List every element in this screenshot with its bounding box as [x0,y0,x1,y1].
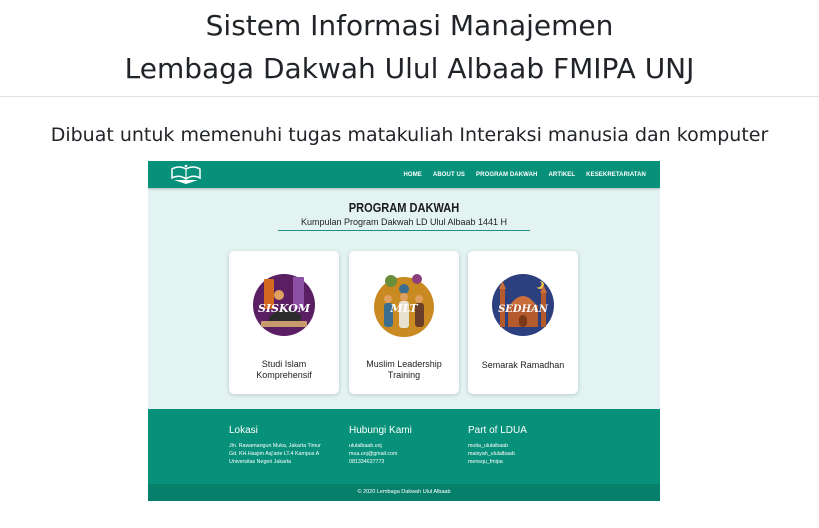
mosque-night-illustration: SEDHAN [492,274,554,336]
footer-lokasi-line: Jln. Rawamangun Muka, Jakarta Timur [229,443,321,449]
card-caption: Studi Islam Komprehensif [229,359,339,381]
footer-lokasi-line: Gd. KH.Hasjim Asj'arie LT.4 Kampus A [229,451,320,457]
open-quran-logo-icon[interactable] [168,163,204,185]
nav-about-us[interactable]: ABOUT US [433,172,465,178]
footer-hubungi-title: Hubungi Kami [349,425,412,436]
program-card-sedhan[interactable]: SEDHAN Semarak Ramadhan [468,251,578,394]
nav-program-dakwah[interactable]: PROGRAM DAKWAH [476,172,537,178]
team-meeting-illustration: MLT [374,274,434,337]
program-card-siskom[interactable]: SISKOM Studi Islam Komprehensif [229,251,339,394]
page-subtitle: Dibuat untuk memenuhi tugas matakuliah I… [50,124,769,146]
footer-contact-instagram[interactable]: ululalbaab.unj [349,442,412,450]
footer-contact-phone[interactable]: 081334637773 [349,458,412,466]
card-badge-text: MLT [389,302,418,315]
footer-lokasi-line: Universitas Negeri Jakarta [229,459,292,465]
card-caption-line1: Studi Islam [261,359,307,369]
card-caption-line2: Training [387,370,421,380]
footer-hubungi: Hubungi Kami ululalbaab.unj mua.unj@gmai… [349,425,412,466]
card-caption: Semarak Ramadhan [468,360,578,371]
nav-kesekretariatan[interactable]: KESEKRETARIATAN [586,172,646,178]
footer-contact-email[interactable]: mua.unj@gmail.com [349,450,412,458]
footer-lokasi-title: Lokasi [229,425,258,436]
footer-part-link[interactable]: mutia_ululalbaab [468,442,527,450]
nav-home[interactable]: HOME [404,172,422,178]
section-title: PROGRAM DAKWAH [348,200,460,215]
studying-student-illustration: SISKOM [253,274,315,336]
section-subtitle: Kumpulan Program Dakwah LD Ulul Albaab 1… [278,217,530,231]
page-title-line2: Lembaga Dakwah Ulul Albaab FMIPA UNJ [124,52,695,85]
card-badge-text: SEDHAN [498,304,549,315]
footer-part: Part of LDUA mutia_ululalbaab maisyah_ul… [468,425,527,466]
page-title-line1: Sistem Informasi Manajemen [205,9,614,42]
program-card-mlt[interactable]: MLT Muslim Leadership Training [349,251,459,394]
footer-part-link[interactable]: mensqu_fmipa [468,458,527,466]
card-caption-line2: Komprehensif [256,370,312,380]
card-caption: Muslim Leadership Training [349,359,459,381]
card-caption-line1: Muslim Leadership [366,359,442,369]
page-header: Sistem Informasi Manajemen Lembaga Dakwa… [0,0,819,97]
navbar: HOME ABOUT US PROGRAM DAKWAH ARTIKEL KES… [148,161,660,188]
card-caption-line1: Semarak Ramadhan [481,360,565,370]
footer-copyright: © 2020 Lembaga Dakwah Ulul Albaab [148,484,660,501]
website-screenshot: HOME ABOUT US PROGRAM DAKWAH ARTIKEL KES… [148,161,660,501]
footer-lokasi: Lokasi Jln. Rawamangun Muka, Jakarta Tim… [229,425,321,466]
footer-part-link[interactable]: maisyah_ululalbaab [468,450,527,458]
nav-artikel[interactable]: ARTIKEL [548,172,575,178]
card-badge-text: SISKOM [258,302,311,315]
footer-part-title: Part of LDUA [468,425,527,436]
